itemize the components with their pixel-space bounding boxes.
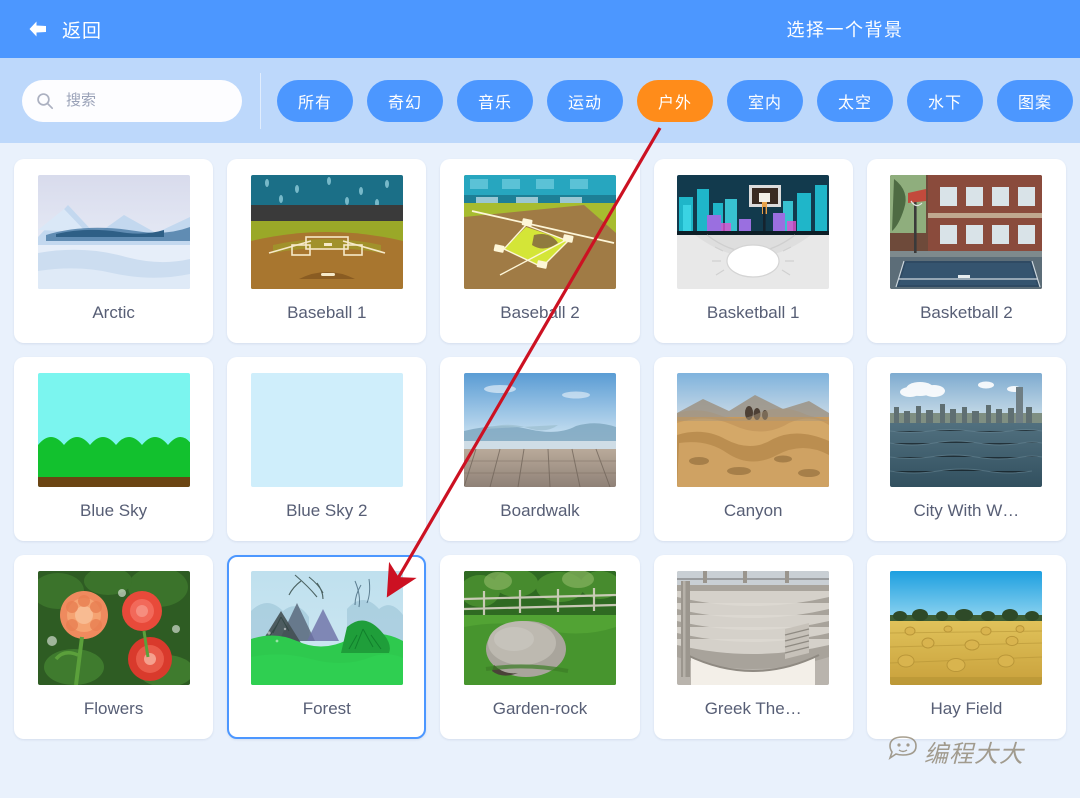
backdrop-grid: Arctic Baseball 1 Baseball 2 Basketball …	[14, 159, 1066, 739]
backdrop-card[interactable]: City With W…	[866, 357, 1066, 541]
backdrop-label: Baseball 1	[287, 303, 367, 322]
backdrop-thumbnail	[463, 175, 616, 289]
backdrop-label: City With W…	[913, 501, 1020, 520]
search-icon	[37, 92, 54, 109]
category-chip-label: 音乐	[477, 94, 512, 112]
backdrop-label: Canyon	[723, 501, 783, 520]
filter-bar: 所有 奇幻 音乐 运动 户外 室内 太空 水下 图案	[0, 58, 1080, 143]
category-chip[interactable]: 太空	[817, 79, 893, 122]
header-bar: 返回 选择一个背景	[0, 0, 1080, 58]
backdrop-card[interactable]: Arctic	[14, 159, 214, 343]
category-chip[interactable]: 图案	[997, 79, 1073, 122]
backdrop-label: Blue Sky	[80, 501, 148, 520]
backdrop-thumbnail	[250, 373, 403, 487]
category-chip[interactable]: 水下	[907, 79, 983, 122]
backdrop-grid-area[interactable]: Arctic Baseball 1 Baseball 2 Basketball …	[0, 143, 1080, 798]
backdrop-card[interactable]: Baseball 1	[227, 159, 427, 343]
page-title-text: 选择一个背景	[786, 20, 904, 40]
category-chip-label: 图案	[1017, 94, 1052, 112]
category-chip[interactable]: 音乐	[457, 79, 533, 122]
backdrop-card[interactable]: Flowers	[14, 555, 214, 739]
filter-divider	[260, 72, 261, 129]
backdrop-card[interactable]: Blue Sky 2	[227, 357, 427, 541]
category-chip-label: 太空	[837, 94, 872, 112]
category-chip-label: 运动	[567, 94, 602, 112]
category-chip[interactable]: 户外	[637, 79, 713, 122]
backdrop-card[interactable]: Baseball 2	[440, 159, 640, 343]
backdrop-thumbnail	[37, 175, 190, 289]
backdrop-card[interactable]: Basketball 2	[866, 159, 1066, 343]
backdrop-card[interactable]: Hay Field	[866, 555, 1066, 739]
page-title: 选择一个背景	[0, 16, 1080, 42]
category-chip-label: 所有	[297, 94, 332, 112]
backdrop-thumbnail	[677, 571, 830, 685]
backdrop-thumbnail	[463, 373, 616, 487]
backdrop-label: Hay Field	[930, 699, 1003, 718]
backdrop-label: Blue Sky 2	[286, 501, 368, 520]
backdrop-library-screen: 返回 选择一个背景 所有 奇幻 音乐 运动 户外 室内 太空 水下 图案 Arctic	[0, 0, 1080, 798]
back-label: 返回	[62, 20, 103, 42]
backdrop-card[interactable]: Greek The…	[653, 555, 853, 739]
backdrop-thumbnail	[250, 571, 403, 685]
backdrop-label: Boardwalk	[500, 501, 580, 520]
backdrop-card[interactable]: Forest	[227, 555, 427, 739]
backdrop-label: Basketball 2	[920, 303, 1013, 322]
backdrop-label: Greek The…	[704, 699, 802, 718]
backdrop-label: Baseball 2	[500, 303, 580, 322]
category-chip-label: 室内	[747, 94, 782, 112]
backdrop-thumbnail	[37, 373, 190, 487]
category-chip-list: 所有 奇幻 音乐 运动 户外 室内 太空 水下 图案	[277, 79, 1073, 122]
backdrop-label: Forest	[302, 699, 351, 718]
backdrop-thumbnail	[890, 175, 1043, 289]
backdrop-label: Arctic	[92, 303, 135, 322]
category-chip-label: 水下	[927, 94, 962, 112]
category-chip[interactable]: 所有	[277, 79, 353, 122]
category-chip[interactable]: 奇幻	[367, 79, 443, 122]
back-button[interactable]: 返回	[26, 16, 102, 43]
backdrop-card[interactable]: Boardwalk	[440, 357, 640, 541]
backdrop-thumbnail	[677, 373, 830, 487]
search-input[interactable]	[66, 92, 216, 109]
category-chip[interactable]: 运动	[547, 79, 623, 122]
category-chip[interactable]: 室内	[727, 79, 803, 122]
search-box[interactable]	[22, 79, 242, 122]
backdrop-label: Flowers	[83, 699, 144, 718]
category-chip-label: 奇幻	[387, 94, 422, 112]
backdrop-thumbnail	[250, 175, 403, 289]
backdrop-thumbnail	[677, 175, 830, 289]
category-chip-label: 户外	[657, 94, 692, 112]
backdrop-thumbnail	[463, 571, 616, 685]
backdrop-card[interactable]: Garden-rock	[440, 555, 640, 739]
backdrop-card[interactable]: Canyon	[653, 357, 853, 541]
backdrop-card[interactable]: Blue Sky	[14, 357, 214, 541]
backdrop-label: Garden-rock	[492, 699, 588, 718]
backdrop-thumbnail	[890, 571, 1043, 685]
backdrop-thumbnail	[890, 373, 1043, 487]
arrow-left-icon	[29, 21, 46, 37]
backdrop-card[interactable]: Basketball 1	[653, 159, 853, 343]
backdrop-label: Basketball 1	[706, 303, 800, 322]
backdrop-thumbnail	[37, 571, 190, 685]
